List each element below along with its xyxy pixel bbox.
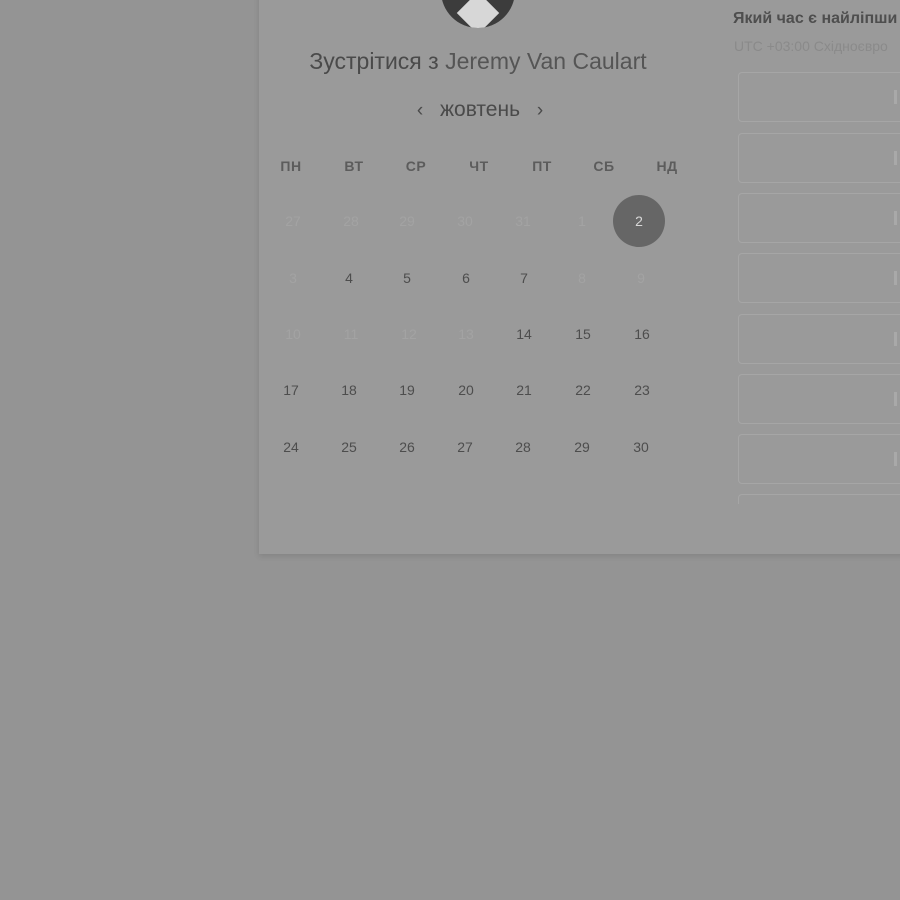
calendar-day: 9 xyxy=(637,270,645,286)
time-panel-title: Який час є найліпши xyxy=(733,10,898,27)
host-name: Jeremy Van Caulart xyxy=(445,48,647,74)
calendar-day: 11 xyxy=(343,326,359,342)
calendar-day[interactable]: 26 xyxy=(381,421,433,473)
calendar-day: 10 xyxy=(285,326,301,342)
slot-text-fragment xyxy=(894,151,897,165)
slot-text-fragment xyxy=(894,452,897,466)
slot-text-fragment xyxy=(894,211,897,225)
weekday-fri: ПТ xyxy=(532,158,552,174)
calendar-day[interactable]: 30 xyxy=(615,421,667,473)
calendar-day[interactable]: 28 xyxy=(497,421,549,473)
calendar-day[interactable]: 18 xyxy=(323,364,375,416)
time-slot[interactable] xyxy=(738,314,900,364)
calendar-day[interactable]: 6 xyxy=(440,252,492,304)
time-slot[interactable] xyxy=(738,434,900,484)
calendar-day-selected[interactable]: 2 xyxy=(613,195,665,247)
calendar-day[interactable]: 7 xyxy=(498,252,550,304)
time-slot[interactable] xyxy=(738,193,900,243)
calendar-day[interactable]: 29 xyxy=(556,421,608,473)
time-slot[interactable] xyxy=(738,374,900,424)
calendar-day: 3 xyxy=(289,270,297,286)
calendar-day: 27 xyxy=(285,213,301,229)
weekday-mon: ПН xyxy=(280,158,302,174)
calendar-day: 13 xyxy=(458,326,474,342)
time-slot[interactable] xyxy=(738,72,900,122)
calendar-day[interactable]: 14 xyxy=(498,308,550,360)
calendar-day[interactable]: 27 xyxy=(439,421,491,473)
avatar-photo-shape xyxy=(456,0,500,28)
slot-text-fragment xyxy=(894,271,897,285)
calendar-day: 1 xyxy=(578,213,586,229)
weekday-tue: ВТ xyxy=(344,158,364,174)
slot-text-fragment xyxy=(894,392,897,406)
chevron-right-icon[interactable]: › xyxy=(532,101,548,120)
calendar-day[interactable]: 21 xyxy=(498,364,550,416)
calendar-day: 28 xyxy=(343,213,359,229)
calendar-day[interactable]: 23 xyxy=(616,364,668,416)
calendar-day[interactable]: 19 xyxy=(381,364,433,416)
slot-text-fragment xyxy=(894,332,897,346)
calendar-day[interactable]: 25 xyxy=(323,421,375,473)
calendar-day: 12 xyxy=(401,326,417,342)
calendar-day[interactable]: 15 xyxy=(557,308,609,360)
calendar-day[interactable]: 20 xyxy=(440,364,492,416)
page-overlay: Зустрітися з Jeremy Van Caulart ‹ жовтен… xyxy=(0,0,900,900)
calendar-day[interactable]: 4 xyxy=(323,252,375,304)
calendar-day[interactable]: 24 xyxy=(265,421,317,473)
time-slot-partial[interactable] xyxy=(738,494,900,504)
calendar-day[interactable]: 17 xyxy=(265,364,317,416)
calendar-day[interactable]: 5 xyxy=(381,252,433,304)
month-navigation: ‹ жовтень › xyxy=(400,96,560,124)
weekday-thu: ЧТ xyxy=(469,158,489,174)
calendar-day: 29 xyxy=(399,213,415,229)
weekday-sun: НД xyxy=(656,158,678,174)
weekday-sat: СБ xyxy=(593,158,615,174)
meeting-title-prefix: Зустрітися з xyxy=(309,48,439,74)
chevron-left-icon[interactable]: ‹ xyxy=(412,101,428,120)
timezone-label[interactable]: UTC +03:00 Східноєвро xyxy=(734,38,888,54)
calendar-day: 30 xyxy=(457,213,473,229)
calendar-day: 31 xyxy=(515,213,531,229)
calendar-day: 8 xyxy=(578,270,586,286)
meeting-title: Зустрітися з Jeremy Van Caulart xyxy=(258,48,698,75)
calendar-day[interactable]: 16 xyxy=(616,308,668,360)
time-slot[interactable] xyxy=(738,133,900,183)
slot-text-fragment xyxy=(894,90,897,104)
weekday-wed: СР xyxy=(405,158,427,174)
month-label: жовтень xyxy=(439,98,521,121)
time-slot[interactable] xyxy=(738,253,900,303)
calendar-day[interactable]: 22 xyxy=(557,364,609,416)
